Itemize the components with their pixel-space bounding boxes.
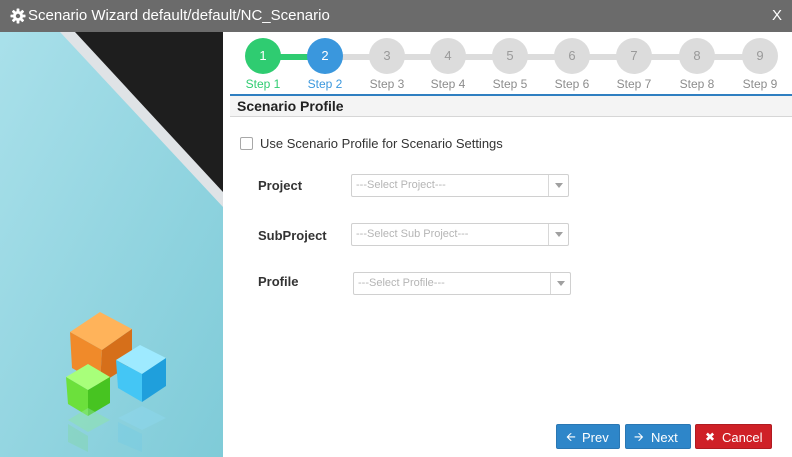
step-9[interactable]: 9 Step 9 xyxy=(730,38,790,91)
cancel-button[interactable]: ✖ Cancel xyxy=(695,424,772,449)
step-6-number: 6 xyxy=(554,38,590,74)
step-8-number: 8 xyxy=(679,38,715,74)
step-3-number: 3 xyxy=(369,38,405,74)
step-3-label: Step 3 xyxy=(369,77,405,91)
step-7-number: 7 xyxy=(616,38,652,74)
step-7-label: Step 7 xyxy=(616,77,652,91)
use-profile-label[interactable]: Use Scenario Profile for Scenario Settin… xyxy=(260,136,503,151)
subproject-select[interactable]: ---Select Sub Project--- xyxy=(351,223,569,246)
project-select-placeholder: ---Select Project--- xyxy=(356,179,446,191)
wizard-illustration xyxy=(0,32,223,457)
step-6-label: Step 6 xyxy=(554,77,590,91)
step-2-label: Step 2 xyxy=(307,77,343,91)
project-label: Project xyxy=(258,178,303,193)
subproject-dropdown-toggle[interactable] xyxy=(548,224,568,245)
step-1[interactable]: 1 Step 1 xyxy=(233,38,293,91)
chevron-down-icon xyxy=(555,232,563,237)
step-9-label: Step 9 xyxy=(742,77,778,91)
next-button[interactable]: 🡪 Next xyxy=(625,424,691,449)
prev-button-label: Prev xyxy=(582,430,609,445)
step-1-label: Step 1 xyxy=(245,77,281,91)
next-button-label: Next xyxy=(651,430,678,445)
project-select[interactable]: ---Select Project--- xyxy=(351,174,569,197)
prev-button[interactable]: 🡨 Prev xyxy=(556,424,620,449)
step-5-label: Step 5 xyxy=(492,77,528,91)
subproject-label: SubProject xyxy=(258,228,327,243)
step-3[interactable]: 3 Step 3 xyxy=(357,38,417,91)
chevron-down-icon xyxy=(555,183,563,188)
profile-select[interactable]: ---Select Profile--- xyxy=(353,272,571,295)
arrow-right-icon: 🡪 xyxy=(634,430,644,444)
step-8-label: Step 8 xyxy=(679,77,715,91)
window-titlebar: Scenario Wizard default/default/NC_Scena… xyxy=(0,0,792,32)
step-8[interactable]: 8 Step 8 xyxy=(667,38,727,91)
cancel-button-label: Cancel xyxy=(722,430,763,445)
profile-label: Profile xyxy=(258,274,299,289)
step-5[interactable]: 5 Step 5 xyxy=(480,38,540,91)
cubes-illustration xyxy=(0,32,223,457)
step-2-number: 2 xyxy=(307,38,343,74)
chevron-down-icon xyxy=(557,281,565,286)
step-4-label: Step 4 xyxy=(430,77,466,91)
step-4-number: 4 xyxy=(430,38,466,74)
section-title: Scenario Profile xyxy=(237,98,344,114)
step-1-number: 1 xyxy=(245,38,281,74)
gear-icon xyxy=(10,8,26,24)
profile-dropdown-toggle[interactable] xyxy=(550,273,570,294)
project-dropdown-toggle[interactable] xyxy=(548,175,568,196)
arrow-left-icon: 🡨 xyxy=(566,430,576,444)
subproject-select-placeholder: ---Select Sub Project--- xyxy=(356,228,469,240)
use-profile-checkbox[interactable] xyxy=(240,137,253,150)
profile-select-placeholder: ---Select Profile--- xyxy=(358,277,445,289)
step-4[interactable]: 4 Step 4 xyxy=(418,38,478,91)
times-icon: ✖ xyxy=(705,430,716,444)
step-5-number: 5 xyxy=(492,38,528,74)
window-title: Scenario Wizard default/default/NC_Scena… xyxy=(28,7,330,24)
step-9-number: 9 xyxy=(742,38,778,74)
step-2[interactable]: 2 Step 2 xyxy=(295,38,355,91)
step-7[interactable]: 7 Step 7 xyxy=(604,38,664,91)
close-button[interactable]: X xyxy=(772,7,782,25)
step-6[interactable]: 6 Step 6 xyxy=(542,38,602,91)
wizard-stepper: 1 Step 1 2 Step 2 3 Step 3 4 Step 4 5 St… xyxy=(230,38,792,91)
section-header: Scenario Profile xyxy=(230,94,792,117)
